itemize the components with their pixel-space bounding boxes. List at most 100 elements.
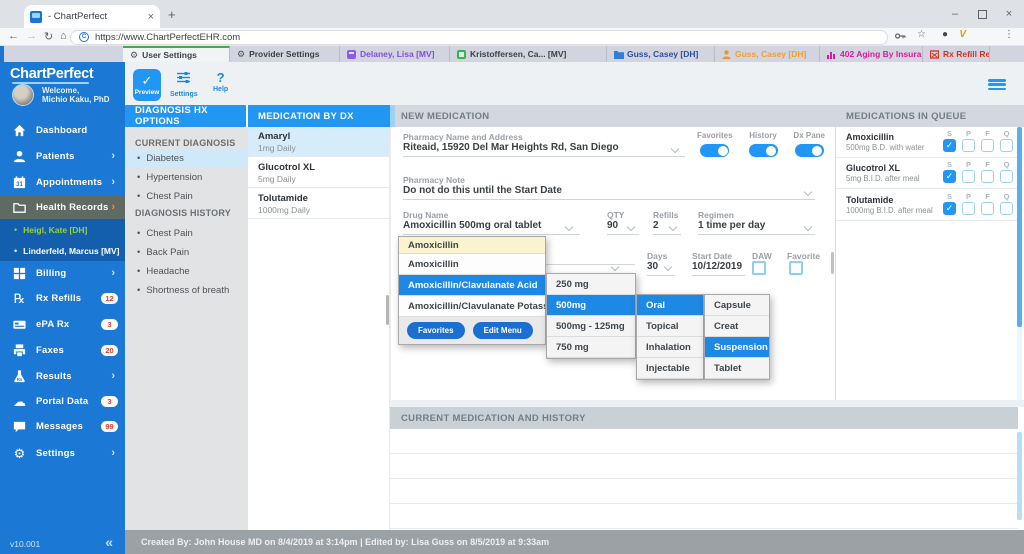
refills-select[interactable]: 2 [653,220,681,235]
queue-row-tolutamide[interactable]: Tolutamide 1000mg B.I.D. after meal S✓ P… [836,190,1019,221]
edit-menu-button[interactable]: Edit Menu [473,322,533,339]
dropdown-option[interactable]: Tablet [705,358,769,379]
f-checkbox[interactable] [981,170,994,183]
pharmacy-note-select[interactable]: Do not do this until the Start Date [403,185,815,200]
open-patient-linderfeld[interactable]: • Linderfeld, Marcus [MV] [0,240,125,261]
sidebar-item-portal-data[interactable]: ☁ Portal Data 3 [0,389,125,413]
sidebar-item-settings[interactable]: ⚙ Settings › [0,441,125,465]
tab-patient-kristoffersen[interactable]: Kristoffersen, Ca... [MV] [450,46,607,62]
dropdown-option[interactable]: 750 mg [547,337,635,358]
q-checkbox[interactable] [1000,170,1013,183]
history-scrollbar[interactable] [1017,432,1022,520]
med-item-amaryl[interactable]: Amaryl 1mg Daily [248,127,390,157]
dropdown-option[interactable]: Inhalation [637,337,703,358]
toggle-on-icon[interactable] [749,144,778,157]
history-item-back-pain[interactable]: • Back Pain [125,243,248,262]
dropdown-option-filter[interactable]: Amoxicillin [399,237,545,254]
dropdown-option[interactable]: Topical [637,316,703,337]
extension-v-icon[interactable]: V [959,29,966,40]
queue-row-glucotrol[interactable]: Glucotrol XL 5mg B.I.D. after meal S✓ P … [836,158,1019,189]
drug-name-select[interactable]: Amoxicillin 500mg oral tablet [403,220,580,235]
favorites-button[interactable]: Favorites [407,322,465,339]
f-checkbox[interactable] [981,202,994,215]
history-item-chest-pain[interactable]: • Chest Pain [125,224,248,243]
bookmark-star-icon[interactable]: ☆ [917,29,926,40]
hamburger-menu-icon[interactable] [988,79,1006,90]
dropdown-option[interactable]: Creat [705,316,769,337]
tab-aging-report[interactable]: 402 Aging By Insurance [820,46,923,62]
settings-button[interactable]: Settings [170,71,198,98]
q-checkbox[interactable] [1000,139,1013,152]
toggle-on-icon[interactable] [700,144,729,157]
favorites-toggle[interactable]: Favorites [697,131,733,157]
diagnosis-item-chest-pain[interactable]: • Chest Pain [125,187,248,206]
tab-rx-refill-requests[interactable]: Rx Refill Requests [923,46,990,62]
home-icon[interactable]: ⌂ [60,30,67,42]
sidebar-collapse-button[interactable]: « [105,534,113,550]
f-checkbox[interactable] [981,139,994,152]
diagnosis-item-diabetes[interactable]: • Diabetes [125,149,248,168]
regimen-select[interactable]: 1 time per day [698,220,815,235]
sidebar-item-health-records[interactable]: Health Records › [0,195,125,219]
dropdown-option[interactable]: Amoxicillin [399,254,545,275]
reload-icon[interactable]: ↻ [44,30,53,43]
sidebar-item-rx-refills[interactable]: ℞ Rx Refills 12 [0,286,125,310]
sidebar-item-messages[interactable]: Messages 99 [0,414,125,438]
help-button[interactable]: ? Help [213,71,228,93]
s-checkbox[interactable]: ✓ [943,202,956,215]
sidebar-item-billing[interactable]: Billing › [0,261,125,285]
tab-patient-delaney[interactable]: Delaney, Lisa [MV] [340,46,450,62]
dropdown-option-selected[interactable]: Oral [637,295,703,316]
start-date-field[interactable]: 10/12/2019 [692,261,745,276]
tab-user-settings[interactable]: ⚙ User Settings [123,46,230,62]
s-checkbox[interactable]: ✓ [943,139,956,152]
p-checkbox[interactable] [962,139,975,152]
daw-checkbox[interactable] [752,261,766,275]
password-key-icon[interactable] [895,32,906,40]
tab-patient-guss-person[interactable]: Guss, Casey [DH] [715,46,820,62]
dropdown-option-selected[interactable]: 500mg [547,295,635,316]
dropdown-option[interactable]: Capsule [705,295,769,316]
dropdown-option-selected[interactable]: Amoxicillin/Clavulanate Acid [399,275,545,296]
address-bar[interactable]: C https://www.ChartPerfectEHR.com [70,30,888,45]
s-checkbox[interactable]: ✓ [943,170,956,183]
extension-circle-icon[interactable]: ● [942,29,948,40]
queue-scrollbar[interactable] [1017,127,1022,327]
tab-patient-guss-folder[interactable]: Guss, Casey [DH] [607,46,715,62]
sidebar-item-faxes[interactable]: Faxes 20 [0,338,125,362]
history-toggle[interactable]: History [749,131,778,157]
window-minimize-button[interactable]: – [940,0,970,28]
dropdown-option[interactable]: Injectable [637,358,703,379]
history-item-shortness-of-breath[interactable]: • Shortness of breath [125,281,248,300]
sidebar-item-epa-rx[interactable]: ePA Rx 3 [0,312,125,336]
p-checkbox[interactable] [962,170,975,183]
history-item-headache[interactable]: • Headache [125,262,248,281]
sidebar-item-appointments[interactable]: 31 Appointments › [0,170,125,194]
form-scrollbar[interactable] [831,252,834,274]
p-checkbox[interactable] [962,202,975,215]
dropdown-option[interactable]: Amoxicillin/Clavulanate Potassium [399,296,545,317]
back-icon[interactable]: ← [8,30,19,42]
dropdown-option-selected[interactable]: Suspension [705,337,769,358]
browser-menu-icon[interactable]: ⋮ [1004,29,1014,40]
dropdown-option[interactable]: 250 mg [547,274,635,295]
open-patient-heigl[interactable]: • Heigl, Kate [DH] [0,219,125,240]
window-maximize-button[interactable] [967,0,997,28]
tab-close-icon[interactable]: × [148,11,154,23]
q-checkbox[interactable] [1000,202,1013,215]
medcol-scrollbar[interactable] [386,295,389,325]
dx-pane-toggle[interactable]: Dx Pane [793,131,825,157]
pharmacy-select[interactable]: Riteaid, 15920 Del Mar Heights Rd, San D… [403,142,685,157]
toggle-on-icon[interactable] [795,144,824,157]
med-item-glucotrol[interactable]: Glucotrol XL 5mg Daily [248,158,390,188]
diagnosis-item-hypertension[interactable]: • Hypertension [125,168,248,187]
browser-tab[interactable]: - ChartPerfect × [24,5,160,28]
queue-row-amoxicillin[interactable]: Amoxicillin 500mg B.D. with water S✓ P F… [836,127,1019,158]
favorite-checkbox[interactable] [789,261,803,275]
forward-icon[interactable]: → [26,30,37,42]
days-select[interactable]: 30 [647,261,675,276]
sidebar-item-patients[interactable]: Patients › [0,144,125,168]
med-item-tolutamide[interactable]: Tolutamide 1000mg Daily [248,189,390,219]
tab-provider-settings[interactable]: ⚙ Provider Settings [230,46,340,62]
dropdown-option[interactable]: 500mg - 125mg [547,316,635,337]
